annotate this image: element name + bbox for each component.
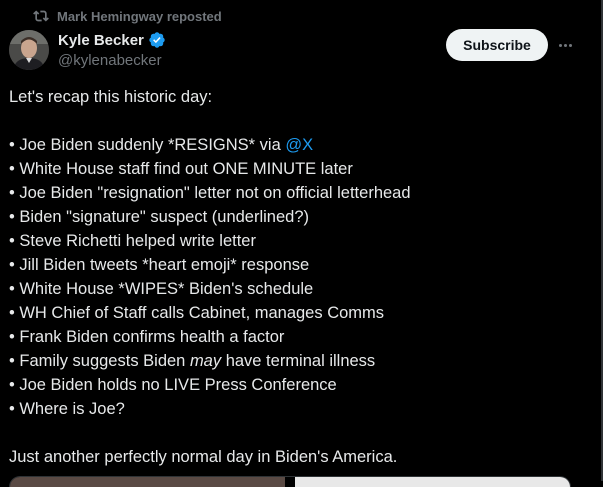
tweet-intro: Let's recap this historic day:: [9, 88, 213, 106]
bullet-3: • Joe Biden "resignation" letter not on …: [9, 184, 411, 202]
bullet-7: • White House *WIPES* Biden's schedule: [9, 280, 314, 298]
avatar-image: [9, 30, 49, 70]
bullet-10: • Family suggests Biden may have termina…: [9, 349, 589, 373]
bullet-5: • Steve Richetti helped write letter: [9, 232, 256, 250]
more-options-icon[interactable]: [556, 37, 574, 53]
author-block[interactable]: Kyle Becker @kylenabecker: [58, 31, 166, 69]
media-image-left[interactable]: [10, 477, 285, 487]
dot-icon: [568, 43, 572, 47]
bullet-12: • Where is Joe?: [9, 400, 125, 418]
subscribe-button[interactable]: Subscribe: [446, 29, 548, 61]
tweet-outro: Just another perfectly normal day in Bid…: [9, 448, 398, 466]
dot-icon: [558, 43, 562, 47]
bullet-1-text: • Joe Biden suddenly *RESIGNS* via: [9, 136, 286, 154]
verified-badge-icon[interactable]: [148, 31, 166, 49]
bullet-2: • White House staff find out ONE MINUTE …: [9, 160, 353, 178]
dot-icon: [563, 43, 567, 47]
media-preview[interactable]: [9, 476, 571, 487]
repost-icon: [33, 10, 49, 22]
bullet-4: • Biden "signature" suspect (underlined?…: [9, 208, 309, 226]
repost-text: Mark Hemingway reposted: [57, 8, 222, 24]
media-image-right[interactable]: [295, 477, 570, 487]
bullet-11: • Joe Biden holds no LIVE Press Conferen…: [9, 376, 337, 394]
bullet-1: • Joe Biden suddenly *RESIGNS* via @X: [9, 133, 589, 157]
bullet-8: • WH Chief of Staff calls Cabinet, manag…: [9, 304, 385, 322]
bullet-9: • Frank Biden confirms health a factor: [9, 328, 285, 346]
mention-link[interactable]: @X: [285, 136, 313, 154]
avatar[interactable]: [9, 30, 49, 70]
bullet-10-post: have terminal illness: [221, 352, 376, 370]
tweet-text: Let's recap this historic day: • Joe Bid…: [9, 85, 589, 469]
bullet-6: • Jill Biden tweets *heart emoji* respon…: [9, 256, 310, 274]
bullet-10-pre: • Family suggests Biden: [9, 352, 190, 370]
author-handle[interactable]: @kylenabecker: [58, 52, 166, 69]
author-name[interactable]: Kyle Becker: [58, 32, 144, 49]
bullet-10-italic: may: [189, 352, 222, 370]
repost-indicator[interactable]: Mark Hemingway reposted: [33, 8, 222, 24]
